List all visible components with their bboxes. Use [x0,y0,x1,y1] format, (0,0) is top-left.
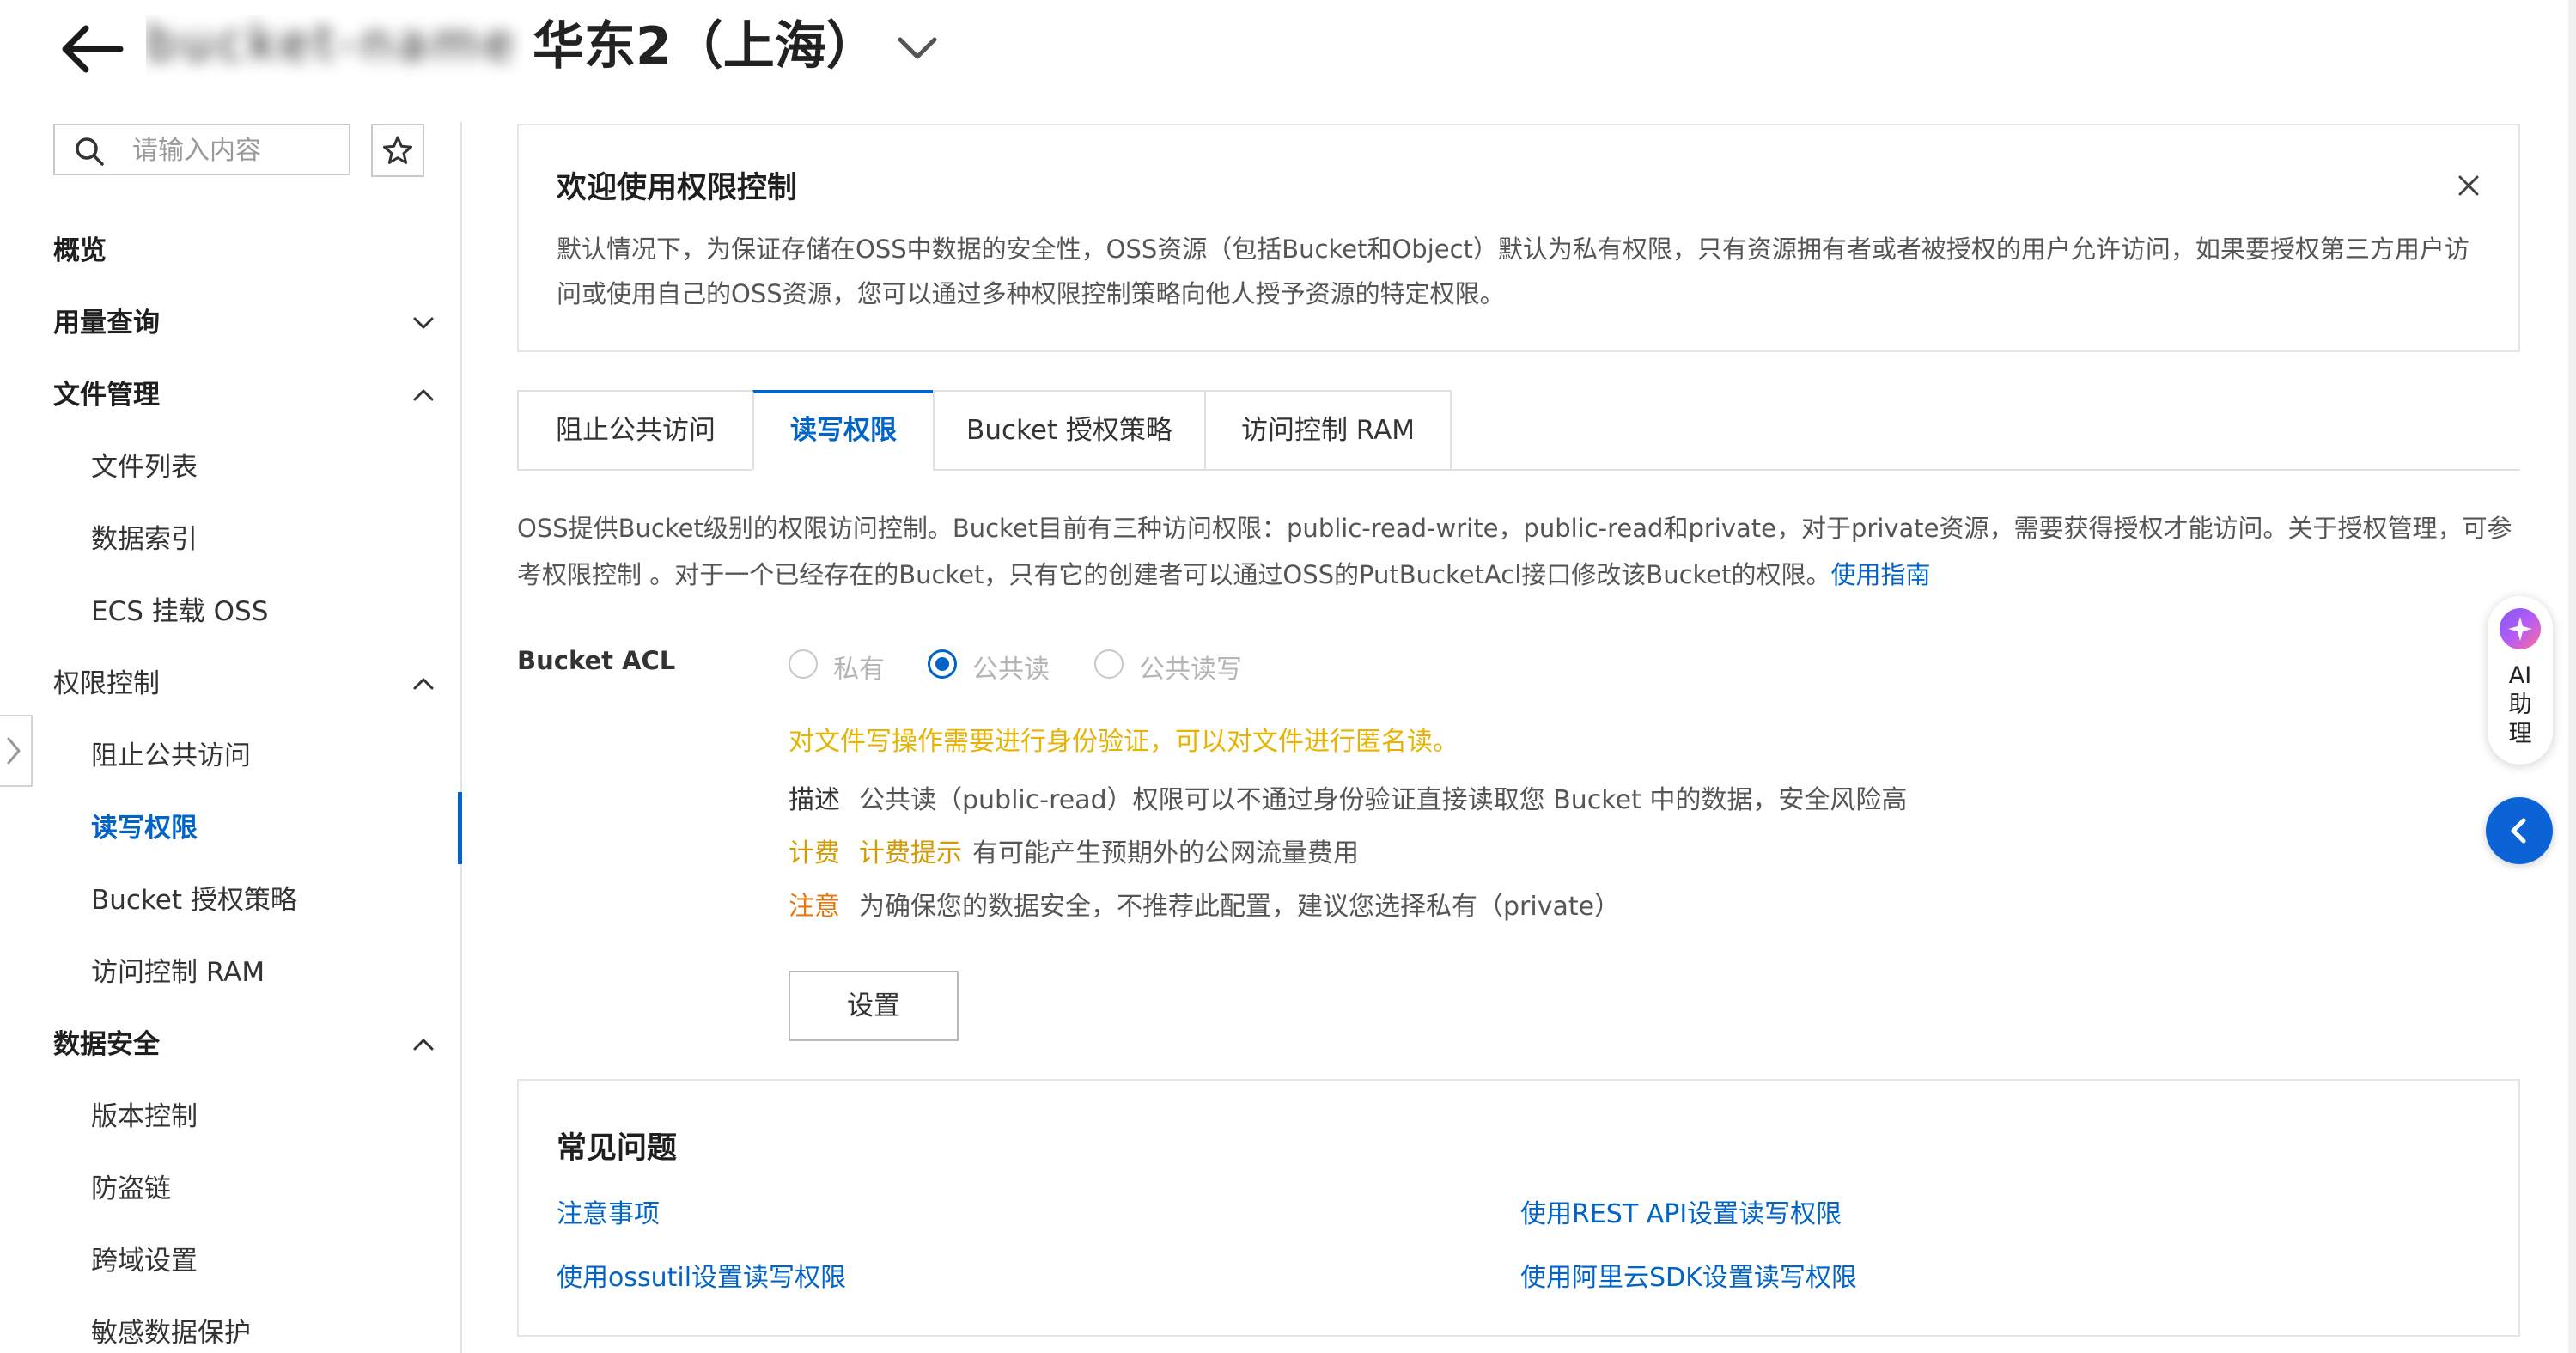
chevron-up-icon[interactable] [411,387,436,404]
acl-note-row: 注意 为确保您的数据安全，不推荐此配置，建议您选择私有（private） [789,885,1620,923]
sidebar-item-access-control[interactable]: 权限控制 [53,665,160,703]
billing-key: 计费 [789,838,840,868]
sidebar-item-file-management[interactable]: 文件管理 [53,376,160,414]
fold-panel-button[interactable] [2486,797,2553,864]
region-title: 华东2（上海） [533,16,878,76]
tab-ram[interactable]: 访问控制 RAM [1204,390,1452,471]
arrow-left-icon [62,25,124,73]
description-value: 公共读（public-read）权限可以不通过身份验证直接读取您 Bucket … [859,785,1908,815]
ai-assistant-label: AI 助 理 [2488,661,2553,749]
billing-hint[interactable]: 计费提示 [859,838,962,868]
acl-warning: 对文件写操作需要进行身份验证，可以对文件进行匿名读。 [789,727,1459,757]
sidebar-item-overview[interactable]: 概览 [53,232,107,270]
sidebar-search[interactable] [53,124,350,175]
sidebar-collapse-handle[interactable] [0,715,33,787]
chevron-down-icon [898,37,937,59]
sidebar-item-data-index[interactable]: 数据索引 [91,521,198,558]
acl-label: Bucket ACL [517,646,676,675]
guide-link[interactable]: 使用指南 [1831,560,1931,589]
billing-value: 有可能产生预期外的公网流量费用 [972,838,1359,868]
acl-description-row: 描述 公共读（public-read）权限可以不通过身份验证直接读取您 Bucke… [789,778,1907,816]
star-icon [383,136,412,164]
sidebar-divider [460,122,462,1353]
radio-label: 公共读写 [1139,655,1242,685]
note-value: 为确保您的数据安全，不推荐此配置，建议您选择私有（private） [859,892,1621,922]
favorite-button[interactable] [371,124,424,177]
region-dropdown[interactable] [893,26,941,70]
tab-bucket-policy[interactable]: Bucket 授权策略 [933,390,1206,471]
chevron-right-icon [7,737,21,765]
chevron-down-icon[interactable] [411,314,436,332]
sidebar-item-read-write-permission[interactable]: 读写权限 [91,809,198,847]
ai-label-line: AI [2508,662,2532,689]
close-icon [2458,175,2479,196]
ai-sparkle-icon [2500,608,2541,649]
sidebar-item-sensitive-data[interactable]: 敏感数据保护 [91,1314,251,1352]
bucket-name-blurred: bucket-name [146,15,519,71]
search-input[interactable] [131,131,340,170]
sidebar-item-cors[interactable]: 跨域设置 [91,1242,198,1280]
sidebar-item-usage[interactable]: 用量查询 [53,304,160,342]
acl-option-private[interactable]: 私有 [789,648,885,686]
faq-link-sdk[interactable]: 使用阿里云SDK设置读写权限 [1520,1256,1857,1294]
scrollbar-track[interactable] [2568,0,2576,1353]
close-button[interactable] [2451,168,2486,203]
intro-body: OSS提供Bucket级别的权限访问控制。Bucket目前有三种访问权限：pub… [517,514,2512,589]
sidebar-item-data-security[interactable]: 数据安全 [53,1026,160,1064]
tab-read-write-permission[interactable]: 读写权限 [752,390,935,471]
faq-link-notes[interactable]: 注意事项 [557,1192,660,1230]
sidebar-item-ecs-mount[interactable]: ECS 挂载 OSS [91,593,268,631]
description-key: 描述 [789,785,840,815]
welcome-title: 欢迎使用权限控制 [557,171,798,205]
sidebar-item-hotlink-protection[interactable]: 防盗链 [91,1170,171,1208]
search-icon [76,137,104,166]
radio-label: 公共读 [972,655,1050,685]
radio-circle[interactable] [789,649,818,679]
chevron-left-icon [2511,818,2526,844]
faq-card: 常见问题 注意事项 使用REST API设置读写权限 使用ossutil设置读写… [517,1079,2520,1337]
tab-block-public-access[interactable]: 阻止公共访问 [517,390,754,471]
back-button[interactable] [57,21,125,77]
welcome-description: 默认情况下，为保证存储在OSS中数据的安全性，OSS资源（包括Bucket和Ob… [557,235,2469,308]
acl-option-public-read[interactable]: 公共读 [928,648,1050,686]
note-key: 注意 [789,892,840,922]
radio-circle[interactable] [1094,649,1124,679]
ai-label-line: 理 [2508,721,2532,747]
chevron-up-icon[interactable] [411,1036,436,1053]
radio-circle[interactable] [928,649,957,679]
ai-assistant-button[interactable]: AI 助 理 [2488,596,2553,765]
acl-billing-row: 计费 计费提示 有可能产生预期外的公网流量费用 [789,832,1359,869]
welcome-card: 欢迎使用权限控制 默认情况下，为保证存储在OSS中数据的安全性，OSS资源（包括… [517,124,2520,352]
chevron-up-icon[interactable] [411,675,436,692]
sidebar-item-ram[interactable]: 访问控制 RAM [91,954,265,991]
faq-link-rest-api[interactable]: 使用REST API设置读写权限 [1520,1192,1842,1230]
intro-text: OSS提供Bucket级别的权限访问控制。Bucket目前有三种访问权限：pub… [517,505,2527,598]
radio-label: 私有 [833,655,885,685]
faq-link-ossutil[interactable]: 使用ossutil设置读写权限 [557,1256,846,1294]
acl-option-public-read-write[interactable]: 公共读写 [1094,648,1242,686]
ai-label-line: 助 [2508,692,2532,718]
set-button[interactable]: 设置 [789,971,959,1041]
sidebar-item-file-list[interactable]: 文件列表 [91,448,198,486]
sidebar-active-indicator [458,792,462,864]
faq-title: 常见问题 [557,1131,678,1166]
sidebar-item-block-public-access[interactable]: 阻止公共访问 [91,737,251,775]
sidebar-item-bucket-policy[interactable]: Bucket 授权策略 [91,881,297,919]
sidebar-item-versioning[interactable]: 版本控制 [91,1098,198,1136]
